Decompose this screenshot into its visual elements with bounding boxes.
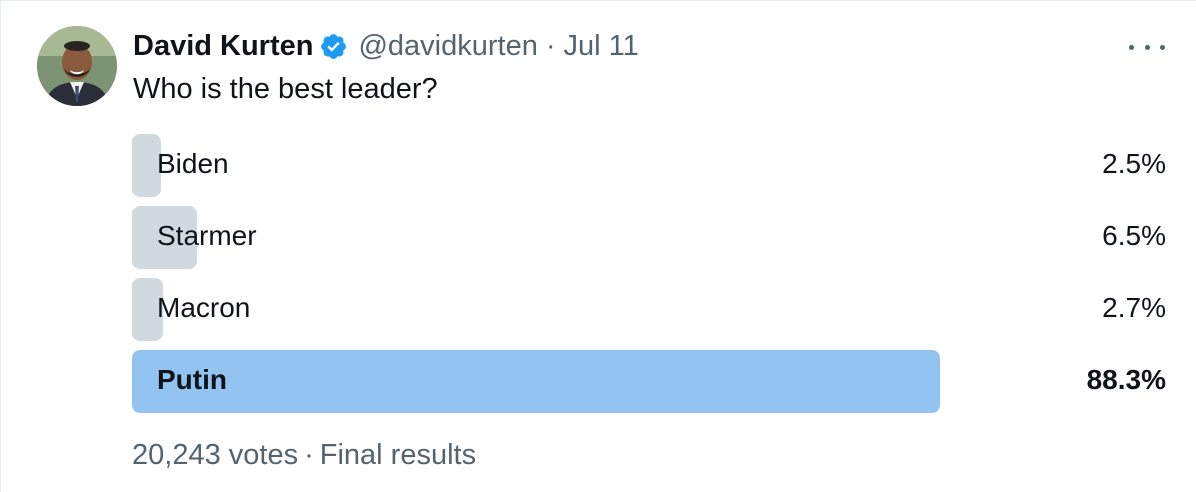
- poll-option-macron[interactable]: Macron 2.7%: [132, 278, 1172, 341]
- poll-option-percent: 2.5%: [1102, 148, 1166, 179]
- tweet-header: David Kurten @davidkurten · Jul 11: [133, 29, 639, 63]
- footer-separator: ·: [304, 439, 314, 471]
- poll-option-label: Macron: [157, 292, 251, 323]
- poll-option-percent: 6.5%: [1102, 220, 1166, 251]
- avatar-image: [37, 26, 117, 106]
- more-dot: [1144, 44, 1150, 50]
- poll-option-percent: 88.3%: [1086, 364, 1166, 395]
- more-dot: [1160, 44, 1165, 50]
- poll-status: Final results: [319, 439, 477, 471]
- verified-badge-icon[interactable]: [319, 32, 348, 61]
- poll-footer: 20,243 votes · Final results: [132, 439, 476, 472]
- poll-option-biden[interactable]: Biden 2.5%: [132, 134, 1172, 197]
- tweet-text: Who is the best leader?: [133, 73, 438, 105]
- avatar[interactable]: [37, 26, 117, 106]
- poll-bar: [132, 350, 940, 413]
- poll-votes: 20,243 votes: [132, 439, 299, 471]
- poll: Biden 2.5% Starmer 6.5% Macron 2.7% Puti…: [132, 134, 1172, 422]
- poll-option-label: Biden: [157, 148, 229, 179]
- tweet-card[interactable]: David Kurten @davidkurten · Jul 11 Who i…: [0, 0, 1196, 492]
- poll-option-label: Putin: [157, 364, 227, 395]
- more-dot: [1129, 44, 1134, 50]
- header-separator: ·: [545, 29, 556, 62]
- poll-option-percent: 2.7%: [1102, 292, 1166, 323]
- poll-option-label: Starmer: [157, 220, 257, 251]
- tweet-date[interactable]: Jul 11: [564, 30, 639, 63]
- handle[interactable]: @davidkurten: [358, 30, 537, 63]
- poll-option-putin[interactable]: Putin 88.3%: [132, 350, 1172, 413]
- poll-option-starmer[interactable]: Starmer 6.5%: [132, 206, 1172, 269]
- display-name[interactable]: David Kurten: [133, 30, 313, 63]
- more-horizontal-icon[interactable]: [1129, 35, 1165, 59]
